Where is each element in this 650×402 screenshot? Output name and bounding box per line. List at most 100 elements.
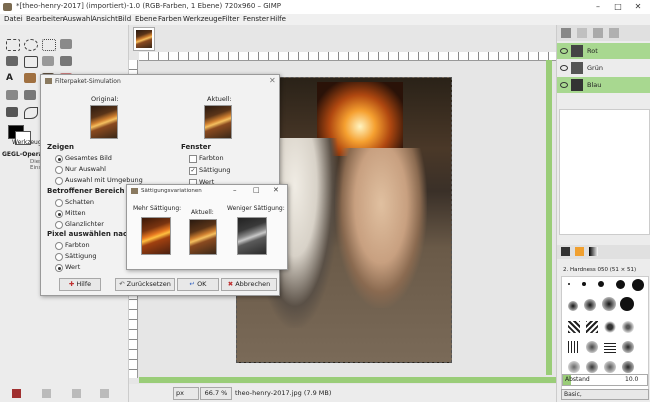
layers-tab-icon[interactable] [561, 28, 571, 38]
pixel-radio-hue[interactable] [55, 242, 63, 250]
menu-item-bild[interactable]: Bild [118, 15, 131, 23]
brush-swatch[interactable] [586, 361, 598, 373]
range-radio-highlights[interactable] [55, 221, 63, 229]
menu-item-auswahl[interactable]: Auswahl [63, 15, 92, 23]
brush-swatch[interactable] [622, 341, 634, 353]
more-saturation-thumbnail[interactable] [141, 217, 171, 255]
pixel-radio-saturation[interactable] [55, 253, 63, 261]
brush-swatch[interactable] [568, 361, 580, 373]
show-option-context[interactable]: Auswahl mit Umgebung [65, 176, 143, 184]
reset-tool-icon[interactable] [100, 389, 109, 398]
free-select-icon[interactable] [42, 39, 56, 51]
menu-item-bearbeiten[interactable]: Bearbeiten [26, 15, 64, 23]
show-radio-context[interactable] [55, 177, 63, 185]
text-icon[interactable]: A [6, 73, 18, 83]
brush-swatch[interactable] [604, 321, 616, 333]
image-tab[interactable] [133, 27, 155, 51]
close-icon[interactable]: ✕ [269, 76, 276, 85]
show-radio-whole[interactable] [55, 155, 63, 163]
brush-swatch[interactable] [602, 297, 616, 311]
restore-preset-icon[interactable] [42, 389, 51, 398]
brush-swatch[interactable] [586, 341, 598, 353]
less-saturation-thumbnail[interactable] [237, 217, 267, 255]
brush-swatch[interactable] [586, 321, 598, 333]
pixel-option-hue[interactable]: Farbton [65, 241, 90, 249]
gradients-tab-icon[interactable] [589, 247, 598, 256]
maximize-icon[interactable]: □ [608, 1, 628, 13]
menu-item-ebene[interactable]: Ebene [135, 15, 157, 23]
window-option-hue[interactable]: Farbton [199, 154, 224, 162]
brush-grid[interactable] [561, 276, 649, 390]
minimize-icon[interactable]: – [588, 1, 608, 13]
range-option-midtones[interactable]: Mitten [65, 209, 86, 217]
brushes-tab-icon[interactable] [561, 247, 570, 256]
move-icon[interactable] [6, 56, 18, 66]
vertical-scrollbar[interactable] [546, 60, 552, 375]
eye-icon[interactable] [560, 65, 568, 71]
zoom-select[interactable]: 66.7 % [200, 387, 232, 400]
window-check-hue[interactable] [189, 155, 197, 163]
brush-swatch[interactable] [568, 321, 580, 333]
spacing-slider[interactable]: Abstand 10.0 [562, 374, 648, 386]
menu-item-filter[interactable]: Filter [222, 15, 239, 23]
brush-swatch[interactable] [604, 361, 616, 373]
horizontal-scrollbar[interactable] [139, 377, 556, 383]
show-option-selection[interactable]: Nur Auswahl [65, 165, 106, 173]
brush-swatch[interactable] [568, 283, 570, 285]
save-preset-icon[interactable] [12, 389, 21, 398]
channel-row-gruen[interactable]: Grün [557, 60, 650, 76]
menu-item-ansicht[interactable]: Ansicht [92, 15, 118, 23]
help-button[interactable]: ✚ Hilfe [59, 278, 101, 291]
range-option-highlights[interactable]: Glanzlichter [65, 220, 104, 228]
undo-tab-icon[interactable] [609, 28, 619, 38]
ok-button[interactable]: ↵ OK [177, 278, 219, 291]
brush-swatch[interactable] [622, 361, 634, 373]
show-radio-selection[interactable] [55, 166, 63, 174]
range-option-shadows[interactable]: Schatten [65, 198, 94, 206]
patterns-tab-icon[interactable] [575, 247, 584, 256]
window-option-saturation[interactable]: Sättigung [199, 166, 231, 174]
brush-swatch[interactable] [616, 280, 625, 289]
dodge-icon[interactable] [6, 107, 18, 117]
rect-select-icon[interactable] [6, 39, 20, 51]
eye-icon[interactable] [560, 48, 568, 54]
scale-icon[interactable] [42, 56, 54, 66]
brush-preset-select[interactable]: Basic, [561, 389, 649, 400]
menu-item-farben[interactable]: Farben [158, 15, 182, 23]
channel-row-blau[interactable]: Blau [557, 77, 650, 93]
brush-swatch[interactable] [598, 281, 604, 287]
show-option-whole[interactable]: Gesamtes Bild [65, 154, 112, 162]
fuzzy-select-icon[interactable] [60, 39, 72, 49]
window-check-saturation[interactable]: ✓ [189, 167, 197, 175]
crop-icon[interactable] [24, 56, 38, 68]
close-icon[interactable]: ✕ [273, 186, 279, 194]
maximize-icon[interactable]: □ [253, 186, 260, 194]
menu-item-hilfe[interactable]: Hilfe [270, 15, 286, 23]
brush-swatch[interactable] [622, 321, 634, 333]
brush-swatch[interactable] [568, 301, 578, 311]
brush-swatch[interactable] [604, 341, 616, 353]
pencil-icon[interactable] [24, 73, 36, 83]
close-icon[interactable]: ✕ [628, 1, 648, 13]
paths-tab-icon[interactable] [593, 28, 603, 38]
brush-swatch[interactable] [582, 282, 586, 286]
menu-item-fenster[interactable]: Fenster [243, 15, 269, 23]
pixel-option-value[interactable]: Wert [65, 263, 80, 271]
minimize-icon[interactable]: – [233, 186, 237, 194]
channel-row-rot[interactable]: Rot [557, 43, 650, 59]
menu-item-werkzeuge[interactable]: Werkzeuge [183, 15, 222, 23]
flip-icon[interactable] [60, 56, 72, 66]
brush-swatch[interactable] [620, 297, 634, 311]
menu-item-datei[interactable]: Datei [4, 15, 23, 23]
brush-swatch[interactable] [632, 279, 644, 291]
unit-select[interactable]: px [173, 387, 199, 400]
range-radio-shadows[interactable] [55, 199, 63, 207]
brush-swatch[interactable] [568, 341, 580, 353]
clone-icon[interactable] [6, 90, 18, 100]
pixel-radio-value[interactable] [55, 264, 63, 272]
smudge-icon[interactable] [24, 90, 36, 100]
path-icon[interactable] [24, 107, 38, 119]
eye-icon[interactable] [560, 82, 568, 88]
pixel-option-saturation[interactable]: Sättigung [65, 252, 97, 260]
ellipse-select-icon[interactable] [24, 39, 38, 51]
